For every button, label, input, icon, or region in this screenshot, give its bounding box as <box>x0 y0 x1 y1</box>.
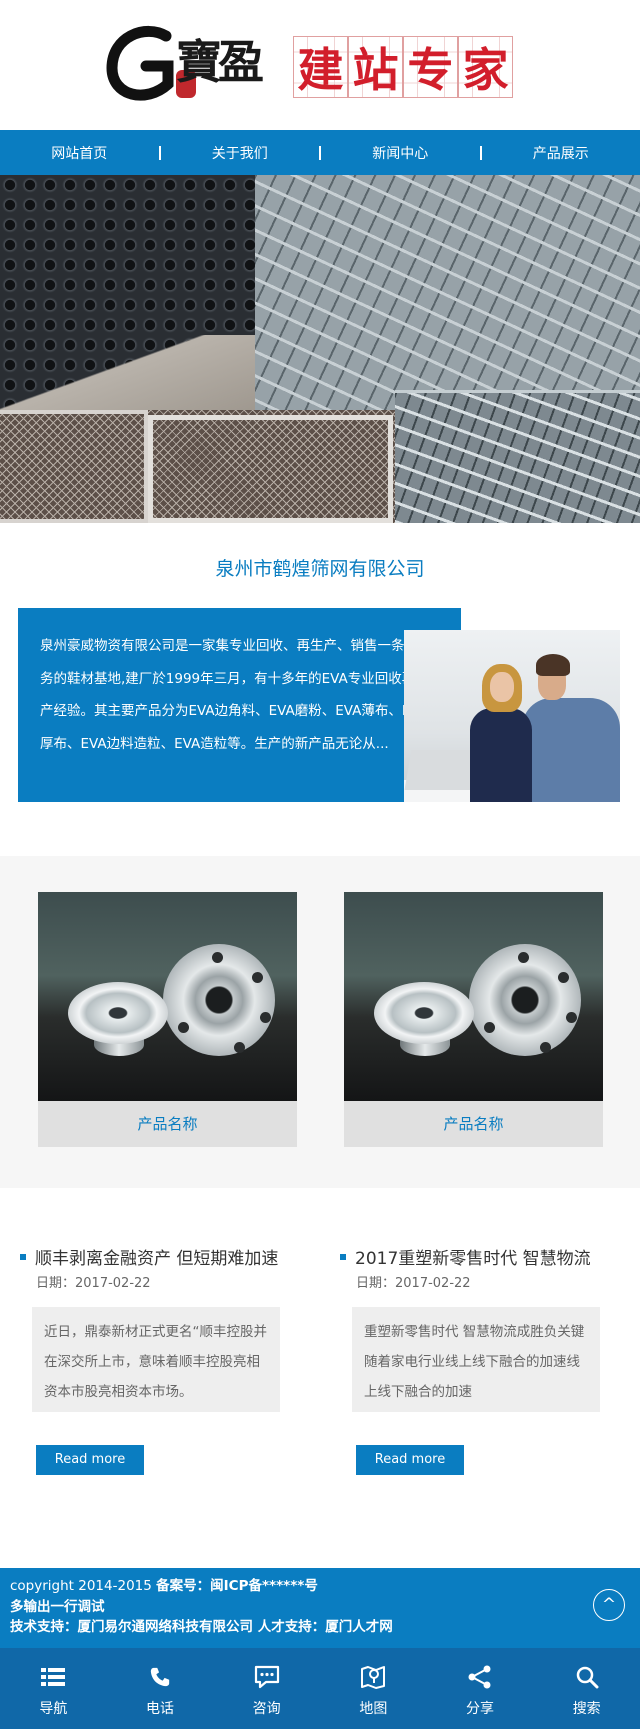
share-icon <box>467 1662 493 1692</box>
toolbar-phone-button[interactable]: 电话 <box>107 1648 214 1729</box>
toolbar-search-button[interactable]: 搜索 <box>533 1648 640 1729</box>
about-section: 泉州豪威物资有限公司是一家集专业回收、再生产、销售一条龙服务的鞋材基地,建厂於1… <box>0 582 640 814</box>
site-footer: copyright 2014-2015 备案号：闽ICP备******号 多输出… <box>0 1568 640 1648</box>
photo-person <box>490 672 514 702</box>
logo-text: 寶盈 <box>176 35 264 89</box>
banner-mesh-frame <box>0 410 148 523</box>
product-card[interactable]: 产品名称 <box>344 892 603 1147</box>
footer-support[interactable]: 技术支持：厦门易尔通网络科技有限公司 人才支持：厦门人才网 <box>10 1617 640 1638</box>
news-summary: 重塑新零售时代 智慧物流成胜负关键随着家电行业线上线下融合的加速线上线下融合的加… <box>352 1307 600 1412</box>
flange-bolt-hole <box>252 972 263 983</box>
toolbar-map-button[interactable]: 地图 <box>320 1648 427 1729</box>
photo-person <box>522 698 620 802</box>
bullet-icon <box>20 1253 26 1260</box>
news-summary: 近日，鼎泰新材正式更名“顺丰控股并在深交所上市，意味着顺丰控股亮相资本市股亮相资… <box>32 1307 280 1412</box>
nav-item-products[interactable]: 产品展示 <box>482 143 640 163</box>
news-date: 日期：2017-02-22 <box>36 1276 151 1291</box>
slogan-char: 专 <box>403 36 458 98</box>
map-icon <box>360 1662 386 1692</box>
toolbar-label: 电话 <box>146 1701 174 1717</box>
back-to-top-button[interactable]: ^ <box>593 1589 625 1621</box>
flange-part <box>68 982 168 1044</box>
toolbar-share-button[interactable]: 分享 <box>427 1648 534 1729</box>
toolbar-label: 导航 <box>39 1701 68 1717</box>
photo-person <box>470 708 532 802</box>
menu-icon <box>41 1662 66 1692</box>
product-card[interactable]: 产品名称 <box>38 892 297 1147</box>
flange-bolt-hole <box>518 952 529 963</box>
site-header: 寶盈 建 站 专 家 <box>0 0 640 130</box>
toolbar-label: 搜索 <box>572 1701 601 1717</box>
footer-copyright: copyright 2014-2015 备案号：闽ICP备******号 <box>10 1576 640 1597</box>
nav-item-about[interactable]: 关于我们 <box>161 143 320 163</box>
flange-bolt-hole <box>178 1022 189 1033</box>
flange-bolt-hole <box>566 1012 577 1023</box>
product-name[interactable]: 产品名称 <box>38 1101 297 1147</box>
toolbar-label: 地图 <box>359 1701 388 1717</box>
bottom-toolbar: 导航 电话 咨询 地图 分享 搜索 <box>0 1648 640 1729</box>
banner-steel-grating-lower <box>395 390 640 523</box>
photo-person <box>536 654 570 676</box>
toolbar-nav-button[interactable]: 导航 <box>0 1648 107 1729</box>
news-title-text[interactable]: 2017重塑新零售时代 智慧物流 <box>355 1244 591 1269</box>
product-image[interactable] <box>344 892 603 1101</box>
about-description[interactable]: 泉州豪威物资有限公司是一家集专业回收、再生产、销售一条龙服务的鞋材基地,建厂於1… <box>18 608 461 802</box>
news-date: 日期：2017-02-22 <box>356 1276 471 1291</box>
logo-g-icon[interactable] <box>106 22 182 106</box>
slogan-char: 建 <box>293 36 348 98</box>
banner-mesh-frame <box>148 415 393 523</box>
news-title[interactable]: 2017重塑新零售时代 智慧物流 <box>340 1244 600 1269</box>
read-more-button[interactable]: Read more <box>356 1445 464 1475</box>
logo-slogan: 建 站 专 家 <box>293 36 513 98</box>
news-section: 顺丰剥离金融资产 但短期难加速 日期：2017-02-22 近日，鼎泰新材正式更… <box>0 1188 640 1550</box>
record-number[interactable]: 备案号：闽ICP备******号 <box>156 1578 318 1594</box>
nav-item-home[interactable]: 网站首页 <box>0 143 159 163</box>
flange-bolt-hole <box>260 1012 271 1023</box>
product-name[interactable]: 产品名称 <box>344 1101 603 1147</box>
slogan-char: 站 <box>348 36 403 98</box>
read-more-button[interactable]: Read more <box>36 1445 144 1475</box>
footer-debug-line: 多输出一行调试 <box>10 1598 105 1615</box>
banner-image[interactable] <box>0 175 640 523</box>
main-nav: 网站首页 关于我们 新闻中心 产品展示 <box>0 130 640 175</box>
products-section: 产品名称 产品名称 <box>0 856 640 1188</box>
news-title-text[interactable]: 顺丰剥离金融资产 但短期难加速 <box>35 1244 278 1269</box>
flange-bolt-hole <box>558 972 569 983</box>
search-icon <box>575 1662 599 1692</box>
phone-icon <box>149 1662 171 1692</box>
news-item: 顺丰剥离金融资产 但短期难加速 日期：2017-02-22 近日，鼎泰新材正式更… <box>20 1244 280 1475</box>
flange-part <box>374 982 474 1044</box>
slogan-char: 家 <box>458 36 513 98</box>
about-photo[interactable] <box>404 630 620 802</box>
flange-bolt-hole <box>234 1042 245 1053</box>
toolbar-chat-button[interactable]: 咨询 <box>213 1648 320 1729</box>
chat-icon <box>254 1662 280 1692</box>
news-title[interactable]: 顺丰剥离金融资产 但短期难加速 <box>20 1244 280 1269</box>
copyright-text: copyright 2014-2015 <box>10 1578 152 1594</box>
news-item: 2017重塑新零售时代 智慧物流 日期：2017-02-22 重塑新零售时代 智… <box>340 1244 600 1475</box>
nav-item-news[interactable]: 新闻中心 <box>321 143 480 163</box>
company-title: 泉州市鹤煌筛网有限公司 <box>215 558 425 580</box>
flange-bolt-hole <box>212 952 223 963</box>
bullet-icon <box>340 1253 346 1260</box>
product-image[interactable] <box>38 892 297 1101</box>
flange-bolt-hole <box>484 1022 495 1033</box>
toolbar-label: 咨询 <box>252 1701 281 1717</box>
toolbar-label: 分享 <box>466 1701 495 1717</box>
flange-bolt-hole <box>540 1042 551 1053</box>
